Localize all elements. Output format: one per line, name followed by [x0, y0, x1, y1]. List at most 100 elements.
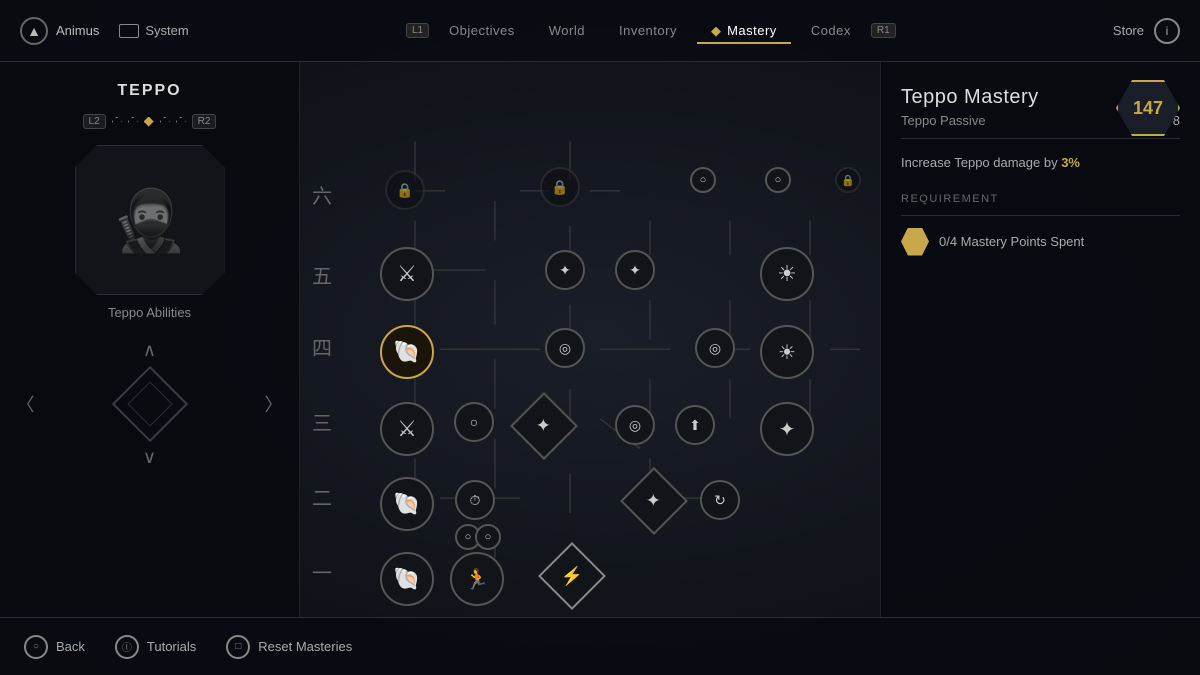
node-2-3[interactable]: ↻	[700, 480, 740, 520]
node-2-1[interactable]: 🐚	[380, 477, 434, 531]
brand-label: Animus	[56, 23, 99, 38]
side-nav-row: 〈 〉	[17, 369, 283, 439]
node-circle-6-1: 🔒	[385, 170, 425, 210]
node-circle-4-2: ◎	[545, 328, 585, 368]
node-3-4[interactable]: ⬆	[675, 405, 715, 445]
mastery-dot-5	[176, 117, 186, 127]
node-6-5[interactable]: 🔒	[835, 167, 861, 193]
node-4-4[interactable]: ☀	[760, 325, 814, 379]
node-circle-small-top2: ○	[475, 524, 501, 550]
damage-value: 3%	[1061, 155, 1080, 170]
currency-badge: 147	[1116, 80, 1180, 136]
node-1-diamond-center[interactable]: ⚡	[548, 552, 596, 600]
reset-label: Reset Masteries	[258, 639, 352, 654]
portrait-figure: 🥷	[112, 185, 187, 256]
node-2-diamond[interactable]: ✦	[630, 477, 678, 525]
node-1-1[interactable]: 🐚	[380, 552, 434, 606]
node-circle-6-3: ○	[690, 167, 716, 193]
nav-center: L1 Objectives World Inventory Mastery Co…	[406, 17, 896, 44]
row-label-5: 五	[312, 260, 332, 289]
up-arrow[interactable]: ∧	[143, 340, 156, 361]
tab-world[interactable]: World	[535, 17, 599, 44]
requirement-divider	[901, 215, 1180, 216]
nav-system[interactable]: System	[119, 23, 188, 38]
down-arrow[interactable]: ∨	[143, 447, 156, 468]
tutorials-action[interactable]: ⓛ Tutorials	[115, 635, 196, 659]
r2-button[interactable]: R2	[192, 114, 217, 129]
reset-action[interactable]: □ Reset Masteries	[226, 635, 352, 659]
node-4-3[interactable]: ◎	[695, 328, 735, 368]
node-3-1[interactable]: ⚔	[380, 402, 434, 456]
node-4-1[interactable]: 🐚	[380, 325, 434, 379]
node-5-1[interactable]: ⚔	[380, 247, 434, 301]
character-name: TEPPO	[117, 82, 181, 100]
tutorials-button[interactable]: ⓛ	[115, 635, 139, 659]
node-2-2[interactable]: ⏱	[455, 480, 495, 520]
tab-objectives[interactable]: Objectives	[435, 17, 529, 44]
row-label-6: 六	[312, 180, 332, 209]
reset-button[interactable]: □	[226, 635, 250, 659]
node-circle-2-2: ⏱	[455, 480, 495, 520]
back-button[interactable]: ○	[24, 635, 48, 659]
node-1-small-top2[interactable]: ○	[475, 524, 501, 550]
tab-mastery[interactable]: Mastery	[697, 17, 791, 44]
l2-button[interactable]: L2	[83, 114, 106, 129]
node-1-2[interactable]: 🏃	[450, 552, 504, 606]
node-circle-4-1: 🐚	[380, 325, 434, 379]
node-circle-2-1: 🐚	[380, 477, 434, 531]
mastery-dot-2	[128, 117, 138, 127]
node-circle-3-5: ✦	[760, 402, 814, 456]
currency-value: 147	[1133, 98, 1163, 119]
node-3-5[interactable]: ✦	[760, 402, 814, 456]
mastery-tree: 六 五 四 三 二 一 🔒 🔒 ○ ○ 🔒 ⚔ ✦	[300, 62, 880, 617]
node-circle-3-1: ⚔	[380, 402, 434, 456]
bottom-bar: ○ Back ⓛ Tutorials □ Reset Masteries	[0, 617, 1200, 675]
node-circle-3-2: ○	[454, 402, 494, 442]
node-5-3[interactable]: ✦	[615, 250, 655, 290]
store-label[interactable]: Store	[1113, 23, 1144, 38]
node-6-3[interactable]: ○	[690, 167, 716, 193]
back-action[interactable]: ○ Back	[24, 635, 85, 659]
node-6-2[interactable]: 🔒	[540, 167, 580, 207]
node-3-3[interactable]: ◎	[615, 405, 655, 445]
node-circle-4-4: ☀	[760, 325, 814, 379]
row-label-4: 四	[312, 332, 332, 361]
nav-brand[interactable]: ▲ Animus	[20, 17, 99, 45]
node-4-2[interactable]: ◎	[545, 328, 585, 368]
node-circle-3-4: ⬆	[675, 405, 715, 445]
tab-inventory[interactable]: Inventory	[605, 17, 691, 44]
right-panel: Teppo Mastery Teppo Passive 0/8 Increase…	[880, 62, 1200, 617]
store-icon[interactable]: i	[1154, 18, 1180, 44]
node-diamond-1: ⚡	[538, 542, 606, 610]
node-6-1[interactable]: 🔒	[385, 170, 425, 210]
node-circle-6-4: ○	[765, 167, 791, 193]
req-hex-icon	[901, 228, 929, 256]
node-diamond-inner-1: ⚡	[561, 565, 583, 586]
tutorials-btn-icon: ⓛ	[122, 639, 132, 654]
animus-icon: ▲	[20, 17, 48, 45]
tutorials-label: Tutorials	[147, 639, 196, 654]
node-diamond-inner-2: ✦	[646, 491, 661, 512]
node-5-2[interactable]: ✦	[545, 250, 585, 290]
left-panel: TEPPO L2 R2 🥷 Teppo Abilities ∧ 〈 〉 ∨	[0, 62, 300, 617]
nav-diamond	[115, 369, 185, 439]
system-label: System	[145, 23, 188, 38]
l1-button[interactable]: L1	[406, 23, 429, 38]
requirement-label: REQUIREMENT	[901, 193, 1180, 205]
left-arrow[interactable]: 〈	[17, 391, 35, 417]
mastery-dot-4	[160, 117, 170, 127]
node-circle-5-4: ☀	[760, 247, 814, 301]
node-diamond-inner: ✦	[536, 416, 551, 437]
tab-codex[interactable]: Codex	[797, 17, 865, 44]
node-3-diamond[interactable]: ✦	[520, 402, 568, 450]
tree-canvas: 六 五 四 三 二 一 🔒 🔒 ○ ○ 🔒 ⚔ ✦	[300, 62, 880, 617]
node-3-2[interactable]: ○	[454, 402, 494, 442]
node-circle-5-1: ⚔	[380, 247, 434, 301]
node-diamond-3: ✦	[510, 392, 578, 460]
r1-button[interactable]: R1	[871, 23, 896, 38]
row-label-1: 一	[312, 557, 332, 586]
node-circle-6-5: 🔒	[835, 167, 861, 193]
node-5-4[interactable]: ☀	[760, 247, 814, 301]
right-arrow[interactable]: 〉	[265, 391, 283, 417]
node-6-4[interactable]: ○	[765, 167, 791, 193]
